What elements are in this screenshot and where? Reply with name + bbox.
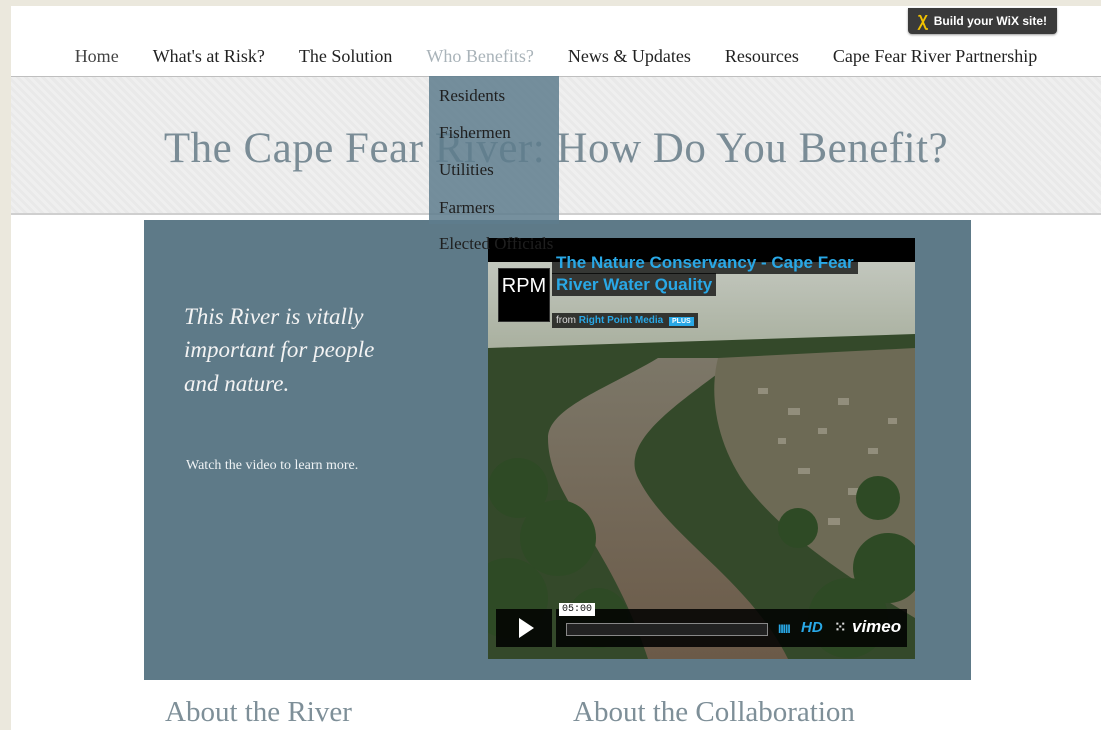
video-title[interactable]: The Nature Conservancy - Cape Fear River…	[552, 251, 864, 296]
video-thumbnail	[488, 238, 915, 659]
fullscreen-icon[interactable]: ⁙	[834, 618, 847, 636]
nav-item-partnership[interactable]: Cape Fear River Partnership	[816, 46, 1054, 67]
video-title-text: The Nature Conservancy - Cape Fear River…	[552, 251, 858, 296]
volume-icon[interactable]: IIIII	[778, 622, 791, 636]
about-river-heading: About the River	[165, 696, 352, 728]
dropdown-item-farmers[interactable]: Farmers	[439, 198, 495, 218]
video-player[interactable]: RPM The Nature Conservancy - Cape Fear R…	[488, 238, 915, 659]
rpm-logo[interactable]: RPM	[498, 268, 550, 322]
main-nav: Home What's at Risk? The Solution Who Be…	[11, 36, 1101, 76]
who-benefits-dropdown: Residents Fishermen Utilities Farmers El…	[429, 76, 559, 253]
play-icon	[518, 618, 534, 638]
nav-item-the-solution[interactable]: The Solution	[282, 46, 410, 67]
byline-prefix: from	[556, 315, 576, 326]
byline-author-link[interactable]: Right Point Media	[579, 315, 663, 326]
rpm-logo-tagline	[499, 303, 549, 309]
hd-toggle[interactable]: HD	[801, 619, 823, 636]
vimeo-logo[interactable]: vimeo	[852, 617, 901, 637]
play-button[interactable]	[496, 609, 552, 647]
nav-item-resources[interactable]: Resources	[708, 46, 816, 67]
video-controls: 05:00 IIIII HD ⁙ vimeo	[496, 603, 907, 647]
progress-bar[interactable]: 05:00	[559, 603, 768, 636]
video-byline: from Right Point Media PLUS	[552, 313, 698, 328]
control-bar: 05:00 IIIII HD ⁙ vimeo	[556, 603, 907, 647]
nav-item-who-benefits[interactable]: Who Benefits?	[409, 46, 550, 67]
nav-item-news-updates[interactable]: News & Updates	[551, 46, 708, 67]
hero-subtext: Watch the video to learn more.	[186, 458, 359, 473]
plus-badge: PLUS	[669, 317, 694, 326]
page: Ꭓ Build your WiX site! The Cape Fear Riv…	[11, 6, 1101, 730]
rpm-logo-text: RPM	[501, 275, 547, 297]
nav-item-home[interactable]: Home	[58, 46, 136, 67]
wix-x-icon: Ꭓ	[918, 13, 928, 30]
dropdown-item-utilities[interactable]: Utilities	[439, 160, 494, 180]
dropdown-item-fishermen[interactable]: Fishermen	[439, 123, 511, 143]
wix-banner[interactable]: Ꭓ Build your WiX site!	[908, 8, 1057, 34]
nav-item-whats-at-risk[interactable]: What's at Risk?	[136, 46, 282, 67]
hero-quote: This River is vitally important for peop…	[184, 304, 375, 396]
dropdown-item-residents[interactable]: Residents	[439, 86, 505, 106]
wix-banner-label: Build your WiX site!	[933, 14, 1047, 28]
about-collaboration-heading: About the Collaboration	[573, 696, 855, 728]
dropdown-item-elected-officials[interactable]: Elected Officials	[439, 234, 553, 254]
duration-badge: 05:00	[559, 603, 596, 616]
